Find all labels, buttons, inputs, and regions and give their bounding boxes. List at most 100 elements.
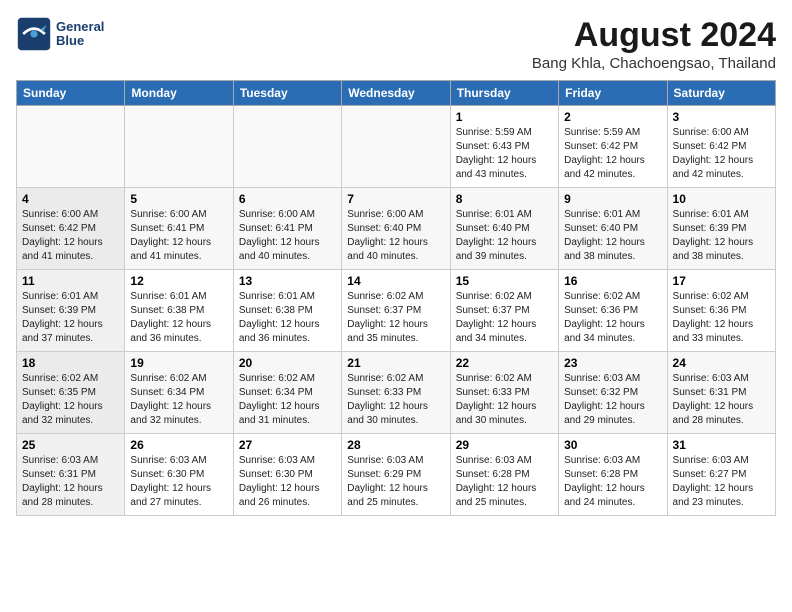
- day-detail: Sunrise: 6:03 AM Sunset: 6:30 PM Dayligh…: [239, 454, 336, 510]
- calendar-cell: 22Sunrise: 6:02 AM Sunset: 6:33 PM Dayli…: [450, 352, 558, 434]
- day-number: 8: [456, 192, 553, 206]
- calendar-cell: 7 Sunrise: 6:00 AM Sunset: 6:40 PM Daylig…: [342, 188, 450, 270]
- day-number: 1: [456, 110, 553, 124]
- day-detail: Sunrise: 6:00 AM Sunset: 6:41 PM Dayligh…: [130, 208, 227, 264]
- header-day-thursday: Thursday: [450, 81, 558, 106]
- day-number: 14: [347, 274, 444, 288]
- day-detail: Sunrise: 6:01 AM Sunset: 6:38 PM Dayligh…: [239, 290, 336, 346]
- day-detail: Sunrise: 6:03 AM Sunset: 6:28 PM Dayligh…: [456, 454, 553, 510]
- page-header: General Blue August 2024 Bang Khla, Chac…: [16, 16, 776, 72]
- day-number: 9: [564, 192, 661, 206]
- day-number: 15: [456, 274, 553, 288]
- calendar-cell: [125, 106, 233, 188]
- header-day-monday: Monday: [125, 81, 233, 106]
- day-number: 20: [239, 356, 336, 370]
- day-number: 12: [130, 274, 227, 288]
- day-detail: Sunrise: 5:59 AM Sunset: 6:42 PM Dayligh…: [564, 126, 661, 182]
- calendar-cell: 29 Sunrise: 6:03 AM Sunset: 6:28 PM Dayli…: [450, 434, 558, 516]
- week-row-3: 11 Sunrise: 6:01 AM Sunset: 6:39 PM Dayli…: [17, 270, 776, 352]
- calendar-cell: 12 Sunrise: 6:01 AM Sunset: 6:38 PM Dayli…: [125, 270, 233, 352]
- calendar-cell: 13 Sunrise: 6:01 AM Sunset: 6:38 PM Dayli…: [233, 270, 341, 352]
- calendar-cell: [17, 106, 125, 188]
- main-title: August 2024: [532, 16, 776, 55]
- day-number: 11: [22, 274, 119, 288]
- day-detail: Sunrise: 6:01 AM Sunset: 6:38 PM Dayligh…: [130, 290, 227, 346]
- calendar-cell: 31 Sunrise: 6:03 AM Sunset: 6:27 PM Dayli…: [667, 434, 775, 516]
- day-number: 28: [347, 438, 444, 452]
- day-detail: Sunrise: 6:00 AM Sunset: 6:41 PM Dayligh…: [239, 208, 336, 264]
- day-detail: Sunrise: 6:01 AM Sunset: 6:39 PM Dayligh…: [673, 208, 770, 264]
- calendar-cell: 11 Sunrise: 6:01 AM Sunset: 6:39 PM Dayli…: [17, 270, 125, 352]
- calendar-cell: 2 Sunrise: 5:59 AM Sunset: 6:42 PM Daylig…: [559, 106, 667, 188]
- logo-line1: General: [56, 20, 104, 34]
- day-number: 7: [347, 192, 444, 206]
- calendar-cell: 27 Sunrise: 6:03 AM Sunset: 6:30 PM Dayli…: [233, 434, 341, 516]
- day-number: 3: [673, 110, 770, 124]
- day-detail: Sunrise: 6:01 AM Sunset: 6:40 PM Dayligh…: [564, 208, 661, 264]
- day-detail: Sunrise: 6:02 AM Sunset: 6:34 PM Dayligh…: [239, 372, 336, 428]
- day-number: 19: [130, 356, 227, 370]
- calendar-cell: 1 Sunrise: 5:59 AM Sunset: 6:43 PM Daylig…: [450, 106, 558, 188]
- day-detail: Sunrise: 6:02 AM Sunset: 6:34 PM Dayligh…: [130, 372, 227, 428]
- calendar-cell: 6 Sunrise: 6:00 AM Sunset: 6:41 PM Daylig…: [233, 188, 341, 270]
- calendar-cell: 28 Sunrise: 6:03 AM Sunset: 6:29 PM Dayli…: [342, 434, 450, 516]
- day-detail: Sunrise: 6:02 AM Sunset: 6:37 PM Dayligh…: [456, 290, 553, 346]
- calendar-cell: [342, 106, 450, 188]
- header-day-saturday: Saturday: [667, 81, 775, 106]
- day-detail: Sunrise: 6:02 AM Sunset: 6:35 PM Dayligh…: [22, 372, 119, 428]
- day-number: 25: [22, 438, 119, 452]
- day-number: 26: [130, 438, 227, 452]
- title-block: August 2024 Bang Khla, Chachoengsao, Tha…: [532, 16, 776, 72]
- day-number: 10: [673, 192, 770, 206]
- day-detail: Sunrise: 6:02 AM Sunset: 6:36 PM Dayligh…: [564, 290, 661, 346]
- calendar-cell: 25 Sunrise: 6:03 AM Sunset: 6:31 PM Dayli…: [17, 434, 125, 516]
- day-detail: Sunrise: 6:01 AM Sunset: 6:39 PM Dayligh…: [22, 290, 119, 346]
- calendar-cell: 5Sunrise: 6:00 AM Sunset: 6:41 PM Daylig…: [125, 188, 233, 270]
- calendar-cell: 4Sunrise: 6:00 AM Sunset: 6:42 PM Daylig…: [17, 188, 125, 270]
- calendar-cell: 16 Sunrise: 6:02 AM Sunset: 6:36 PM Dayli…: [559, 270, 667, 352]
- header-day-friday: Friday: [559, 81, 667, 106]
- day-number: 27: [239, 438, 336, 452]
- day-number: 22: [456, 356, 553, 370]
- calendar-cell: 20 Sunrise: 6:02 AM Sunset: 6:34 PM Dayli…: [233, 352, 341, 434]
- calendar-cell: 15 Sunrise: 6:02 AM Sunset: 6:37 PM Dayli…: [450, 270, 558, 352]
- calendar-cell: [233, 106, 341, 188]
- calendar-cell: 24 Sunrise: 6:03 AM Sunset: 6:31 PM Dayli…: [667, 352, 775, 434]
- day-number: 31: [673, 438, 770, 452]
- logo-text: General Blue: [56, 20, 104, 49]
- day-detail: Sunrise: 6:03 AM Sunset: 6:31 PM Dayligh…: [22, 454, 119, 510]
- day-detail: Sunrise: 6:03 AM Sunset: 6:32 PM Dayligh…: [564, 372, 661, 428]
- header-day-wednesday: Wednesday: [342, 81, 450, 106]
- day-detail: Sunrise: 6:02 AM Sunset: 6:36 PM Dayligh…: [673, 290, 770, 346]
- calendar-cell: 30 Sunrise: 6:03 AM Sunset: 6:28 PM Dayli…: [559, 434, 667, 516]
- day-number: 13: [239, 274, 336, 288]
- day-number: 30: [564, 438, 661, 452]
- day-number: 16: [564, 274, 661, 288]
- day-detail: Sunrise: 6:00 AM Sunset: 6:40 PM Dayligh…: [347, 208, 444, 264]
- header-row: SundayMondayTuesdayWednesdayThursdayFrid…: [17, 81, 776, 106]
- day-detail: Sunrise: 6:03 AM Sunset: 6:29 PM Dayligh…: [347, 454, 444, 510]
- logo-line2: Blue: [56, 34, 104, 48]
- week-row-5: 25 Sunrise: 6:03 AM Sunset: 6:31 PM Dayli…: [17, 434, 776, 516]
- calendar-cell: 8 Sunrise: 6:01 AM Sunset: 6:40 PM Daylig…: [450, 188, 558, 270]
- day-detail: Sunrise: 5:59 AM Sunset: 6:43 PM Dayligh…: [456, 126, 553, 182]
- calendar-cell: 23Sunrise: 6:03 AM Sunset: 6:32 PM Dayli…: [559, 352, 667, 434]
- day-detail: Sunrise: 6:03 AM Sunset: 6:31 PM Dayligh…: [673, 372, 770, 428]
- day-detail: Sunrise: 6:01 AM Sunset: 6:40 PM Dayligh…: [456, 208, 553, 264]
- day-number: 24: [673, 356, 770, 370]
- day-detail: Sunrise: 6:03 AM Sunset: 6:28 PM Dayligh…: [564, 454, 661, 510]
- day-number: 29: [456, 438, 553, 452]
- calendar-cell: 3 Sunrise: 6:00 AM Sunset: 6:42 PM Daylig…: [667, 106, 775, 188]
- day-number: 17: [673, 274, 770, 288]
- calendar-cell: 9 Sunrise: 6:01 AM Sunset: 6:40 PM Daylig…: [559, 188, 667, 270]
- day-detail: Sunrise: 6:03 AM Sunset: 6:27 PM Dayligh…: [673, 454, 770, 510]
- week-row-4: 18 Sunrise: 6:02 AM Sunset: 6:35 PM Dayli…: [17, 352, 776, 434]
- header-day-tuesday: Tuesday: [233, 81, 341, 106]
- day-detail: Sunrise: 6:00 AM Sunset: 6:42 PM Dayligh…: [673, 126, 770, 182]
- day-number: 18: [22, 356, 119, 370]
- day-number: 2: [564, 110, 661, 124]
- day-number: 6: [239, 192, 336, 206]
- logo-icon: [16, 16, 52, 52]
- day-number: 21: [347, 356, 444, 370]
- calendar-cell: 19 Sunrise: 6:02 AM Sunset: 6:34 PM Dayli…: [125, 352, 233, 434]
